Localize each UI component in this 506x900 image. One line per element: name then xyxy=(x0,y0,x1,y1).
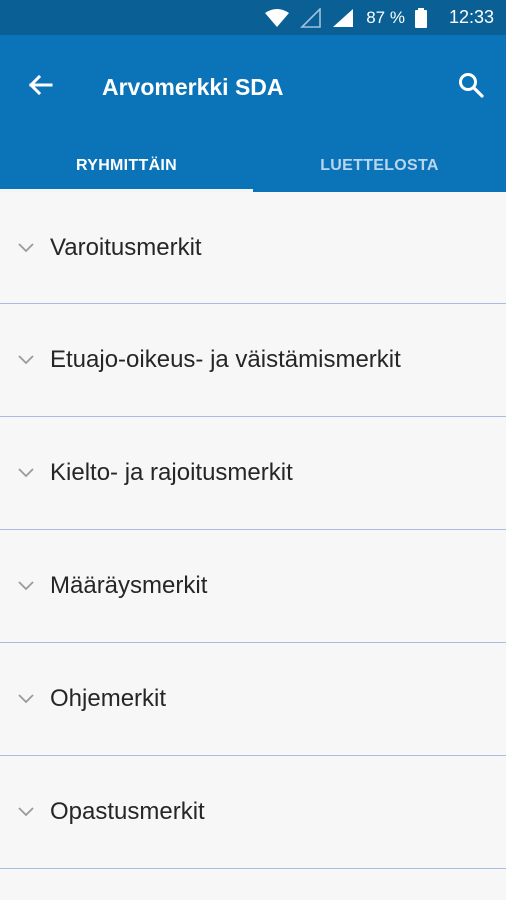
back-button[interactable] xyxy=(0,57,80,117)
clock: 12:33 xyxy=(448,7,494,27)
battery-percent: 87 % xyxy=(366,7,405,27)
chevron-down-icon xyxy=(2,694,50,704)
battery-icon xyxy=(414,7,427,28)
group-label: Varoitusmerkit xyxy=(50,233,202,261)
page-title: Arvomerkki SDA xyxy=(102,73,284,100)
group-label: Määräysmerkit xyxy=(50,572,208,599)
status-bar: 87 % 12:33 xyxy=(0,0,506,35)
search-button[interactable] xyxy=(436,57,506,117)
chevron-down-icon xyxy=(2,355,50,365)
signal-empty-icon xyxy=(300,7,322,28)
signal-full-icon xyxy=(332,8,354,28)
group-item-opastusmerkit[interactable]: Opastusmerkit xyxy=(0,756,506,869)
group-item-maaraysmerkit[interactable]: Määräysmerkit xyxy=(0,530,506,643)
tab-luettelosta[interactable]: LUETTELOSTA xyxy=(253,139,506,192)
group-list: Varoitusmerkit Etuajo-oikeus- ja väistäm… xyxy=(0,192,506,869)
group-item-etuajo-oikeus[interactable]: Etuajo-oikeus- ja väistämismerkit xyxy=(0,304,506,417)
group-label: Opastusmerkit xyxy=(50,798,205,825)
tab-ryhmittain[interactable]: RYHMITTÄIN xyxy=(0,139,253,192)
arrow-left-icon xyxy=(27,74,53,101)
chevron-down-icon xyxy=(2,807,50,817)
tab-bar: RYHMITTÄIN LUETTELOSTA xyxy=(0,139,506,192)
chevron-down-icon xyxy=(2,581,50,591)
group-label: Etuajo-oikeus- ja väistämismerkit xyxy=(50,346,401,373)
chevron-down-icon xyxy=(2,468,50,478)
search-icon xyxy=(458,72,484,103)
app-bar: Arvomerkki SDA RYHMITTÄIN LUETTELOSTA xyxy=(0,35,506,192)
group-item-varoitusmerkit[interactable]: Varoitusmerkit xyxy=(0,192,506,304)
group-item-kielto[interactable]: Kielto- ja rajoitusmerkit xyxy=(0,417,506,530)
group-label: Ohjemerkit xyxy=(50,685,167,712)
chevron-down-icon xyxy=(2,242,50,253)
group-label: Kielto- ja rajoitusmerkit xyxy=(50,459,293,486)
group-item-ohjemerkit[interactable]: Ohjemerkit xyxy=(0,643,506,756)
wifi-icon xyxy=(264,8,290,28)
